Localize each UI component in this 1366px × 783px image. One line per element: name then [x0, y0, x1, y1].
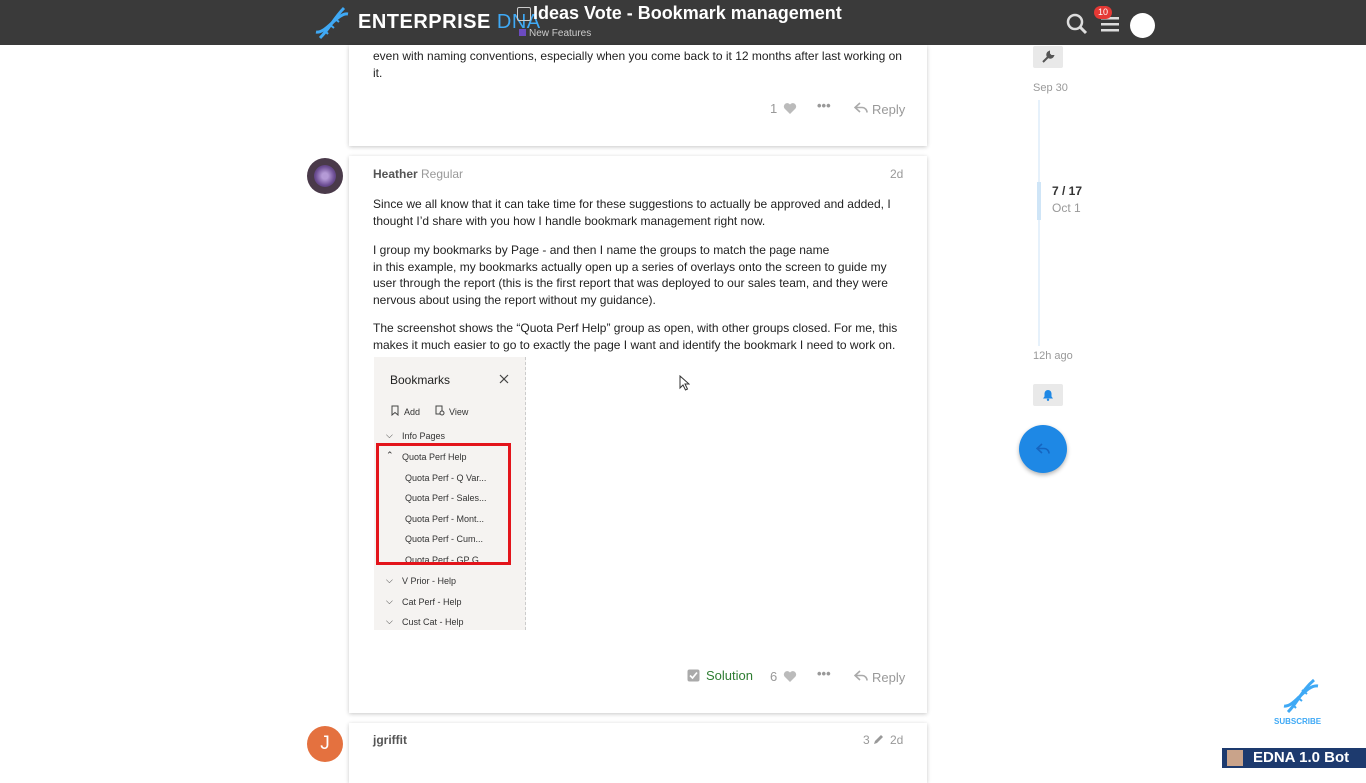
post-paragraph-3: The screenshot shows the “Quota Perf Hel… — [373, 321, 898, 352]
post-paragraph-1: Since we all know that it can take time … — [373, 197, 891, 228]
next-poster-avatar[interactable]: J — [307, 726, 343, 762]
topic-title[interactable]: Ideas Vote - Bookmark management — [533, 3, 842, 24]
more-options-icon[interactable]: ••• — [817, 666, 831, 681]
edit-count[interactable]: 3 — [863, 733, 870, 747]
reply-arrow-icon — [1036, 443, 1050, 454]
reply-arrow-icon[interactable] — [854, 670, 868, 682]
admin-wrench-button[interactable] — [1033, 46, 1063, 68]
timeline-end-label[interactable]: 12h ago — [1033, 350, 1073, 362]
like-count: 6 — [770, 669, 778, 684]
post-body-text: even with naming conventions, especially… — [373, 49, 902, 80]
like-count: 1 — [770, 101, 778, 116]
bookmarks-screenshot[interactable]: Bookmarks Add View ⌵ Info Pages ⌃ Quota … — [374, 357, 526, 630]
subscribe-label[interactable]: SUBSCRIBE — [1274, 717, 1321, 726]
timeline-position-date: Oct 1 — [1052, 201, 1081, 215]
wrench-icon — [1042, 50, 1055, 63]
post-user-title: Regular — [421, 167, 464, 181]
chevron-down-icon: ⌵ — [386, 575, 393, 585]
bookmark-group: Cust Cat - Help — [402, 617, 464, 627]
dna-logo-icon[interactable] — [312, 4, 352, 42]
timeline-start-date[interactable]: Sep 30 — [1033, 82, 1068, 94]
avatar-letter: J — [320, 733, 330, 754]
bell-icon — [1043, 390, 1053, 401]
highlight-box — [376, 443, 511, 565]
chevron-down-icon: ⌵ — [386, 596, 393, 606]
next-post-card: jgriffit 3 2d — [349, 723, 927, 783]
brand-name[interactable]: ENTERPRISE DNA — [358, 11, 541, 34]
notification-badge[interactable]: 10 — [1094, 6, 1113, 19]
post-age[interactable]: 2d — [890, 733, 903, 747]
reply-fab-button[interactable] — [1019, 425, 1067, 473]
poster-avatar[interactable] — [307, 158, 343, 194]
checkbox-icon — [517, 7, 531, 21]
pencil-icon[interactable] — [872, 733, 885, 746]
bookmark-group: Info Pages — [402, 431, 446, 441]
reply-arrow-icon[interactable] — [854, 102, 868, 114]
timeline-track[interactable] — [1038, 100, 1040, 346]
bookmark-view-label: View — [449, 407, 469, 417]
view-icon — [435, 405, 445, 416]
category-color-icon — [519, 29, 526, 36]
post-username[interactable]: Heather — [373, 167, 418, 181]
bot-label: EDNA 1.0 Bot — [1253, 749, 1350, 766]
chevron-down-icon: ⌵ — [386, 616, 393, 626]
flower-image — [314, 165, 336, 187]
previous-post-card: even with naming conventions, especially… — [349, 45, 927, 146]
notification-level-button[interactable] — [1033, 384, 1063, 406]
post-paragraph-2a: I group my bookmarks by Page - and then … — [373, 243, 830, 257]
mouse-cursor-icon — [679, 375, 690, 391]
bookmark-add-label: Add — [404, 407, 421, 417]
solution-button[interactable]: Solution — [706, 668, 753, 683]
category-badge[interactable]: New Features — [519, 28, 591, 39]
close-icon — [499, 374, 509, 384]
solution-checkbox-icon — [687, 669, 700, 682]
chevron-down-icon: ⌵ — [386, 430, 393, 440]
subscribe-dna-icon[interactable] — [1280, 676, 1320, 716]
bookmark-group: Cat Perf - Help — [402, 597, 462, 607]
bookmark-group: V Prior - Help — [402, 576, 457, 586]
bookmark-add-icon — [391, 405, 399, 416]
bookmarks-panel-title: Bookmarks — [390, 373, 451, 387]
reply-button[interactable]: Reply — [872, 670, 905, 685]
heart-icon[interactable] — [783, 102, 797, 115]
bot-avatar — [1227, 750, 1243, 766]
post-paragraph-2b: in this example, my bookmarks actually o… — [373, 259, 888, 307]
timeline-scroller-handle[interactable] — [1037, 182, 1041, 220]
post-age[interactable]: 2d — [890, 167, 903, 181]
post-username[interactable]: jgriffit — [373, 733, 407, 747]
user-avatar[interactable] — [1130, 13, 1155, 38]
heart-icon[interactable] — [783, 670, 797, 683]
timeline-position: 7 / 17 — [1052, 184, 1083, 198]
site-header: ENTERPRISE DNA Ideas Vote - Bookmark man… — [0, 0, 1366, 45]
reply-button[interactable]: Reply — [872, 102, 905, 117]
more-options-icon[interactable]: ••• — [817, 98, 831, 113]
bot-bar[interactable]: EDNA 1.0 Bot — [1222, 748, 1366, 768]
search-icon[interactable] — [1066, 13, 1088, 35]
